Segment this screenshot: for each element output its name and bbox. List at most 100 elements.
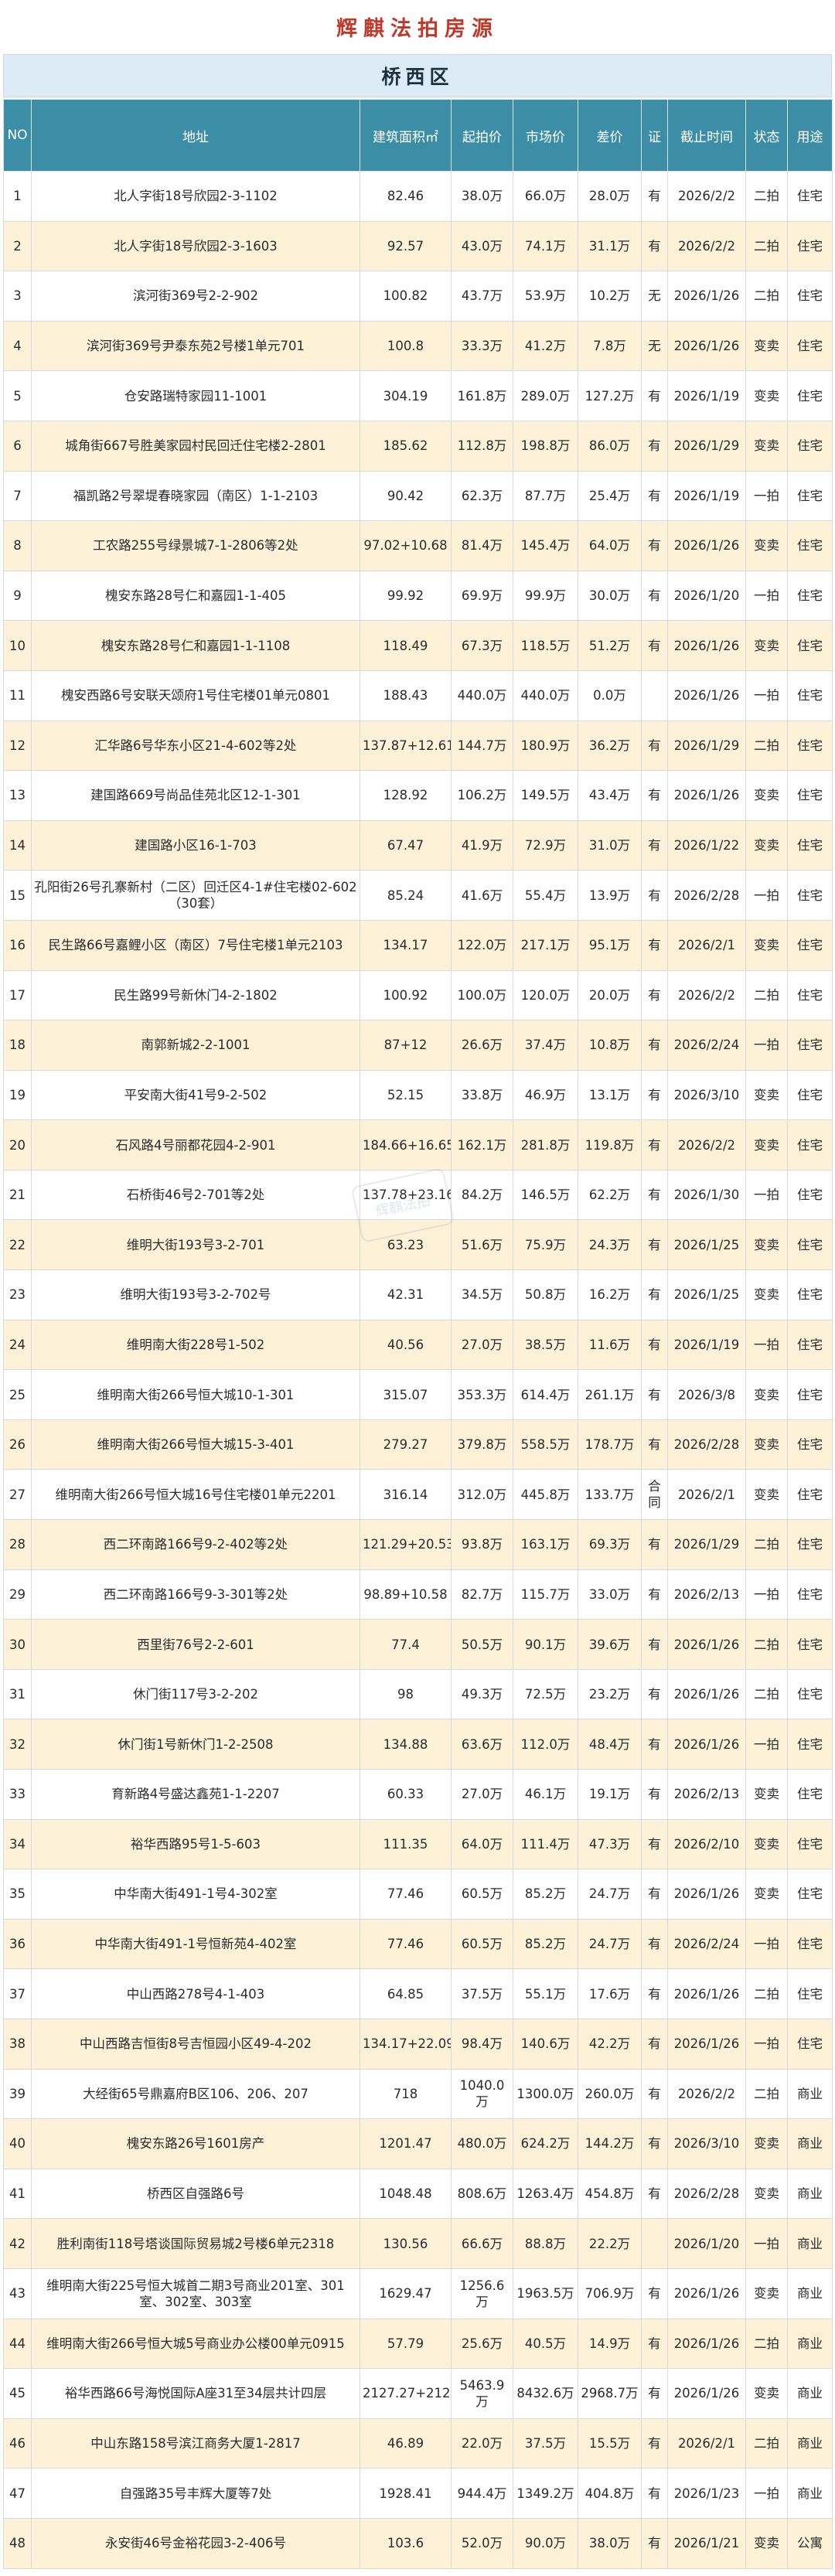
table-row: 2 北人字街18号欣园2-3-1603 92.57 43.0万 74.1万 31.1万有 2… <box>3 220 833 272</box>
cell-certificate <box>641 2218 668 2269</box>
table-row: 29 西二环南路166号9-3-301等2处 98.89+10.58 82.7万 115… <box>3 1569 833 1620</box>
cell-price-diff: 178.7万 <box>578 1419 642 1470</box>
table-row: 12 汇华路6号华东小区21-4-602等2处 137.87+12.61 144.7万… <box>3 720 833 772</box>
cell-price-diff: 64.0万 <box>578 520 642 571</box>
cell-deadline: 2026/1/26 <box>667 1619 746 1670</box>
cell-status: 变卖 <box>745 420 788 472</box>
cell-no: 26 <box>3 1419 32 1470</box>
cell-no: 5 <box>3 370 32 421</box>
cell-status: 变卖 <box>745 1769 788 1820</box>
cell-deadline: 2026/1/26 <box>667 1719 746 1770</box>
cell-no: 15 <box>3 870 32 921</box>
cell-start-price: 5463.9万 <box>451 2368 513 2419</box>
cell-usage: 住宅 <box>787 1419 833 1470</box>
cell-no: 44 <box>3 2318 32 2370</box>
cell-deadline: 2026/2/13 <box>667 1569 746 1620</box>
cell-market-price: 198.8万 <box>513 420 578 472</box>
cell-address: 平安南大街41号9-2-502 <box>31 1069 360 1121</box>
cell-area: 98.89+10.58 <box>360 1569 452 1620</box>
cell-area: 718 <box>360 2068 452 2120</box>
cell-price-diff: 42.2万 <box>578 2018 642 2070</box>
cell-price-diff: 23.2万 <box>578 1668 642 1720</box>
cell-deadline: 2026/1/29 <box>667 720 746 772</box>
cell-deadline: 2026/1/19 <box>667 370 746 421</box>
cell-area: 90.42 <box>360 470 452 522</box>
cell-no: 6 <box>3 420 32 472</box>
cell-status: 一拍 <box>745 470 788 522</box>
cell-market-price: 66.0万 <box>513 171 578 222</box>
cell-address: 西里街76号2-2-601 <box>31 1619 360 1670</box>
cell-no: 45 <box>3 2368 32 2419</box>
cell-deadline: 2026/1/19 <box>667 1319 746 1371</box>
cell-start-price: 480.0万 <box>451 2118 513 2169</box>
cell-price-diff: 16.2万 <box>578 1269 642 1320</box>
table-row: 18 南郭新城2-2-1001 87+12 26.6万 37.4万 10.8万有 2026/… <box>3 1020 833 1071</box>
cell-usage: 公寓 <box>787 2517 833 2569</box>
cell-start-price: 1256.6万 <box>451 2268 513 2319</box>
cell-deadline: 2026/1/19 <box>667 470 746 522</box>
col-header-usage: 用途 <box>787 99 833 172</box>
cell-deadline: 2026/1/26 <box>667 320 746 372</box>
cell-no: 33 <box>3 1769 32 1820</box>
cell-status: 变卖 <box>745 2118 788 2169</box>
cell-usage: 住宅 <box>787 1619 833 1670</box>
cell-certificate: 有 <box>641 1519 668 1570</box>
cell-start-price: 64.0万 <box>451 1818 513 1870</box>
table-row: 45裕华西路66号海悦国际A座31至34层共计四层2127.27+2127.27… <box>3 2368 833 2419</box>
cell-market-price: 115.7万 <box>513 1569 578 1620</box>
cell-start-price: 144.7万 <box>451 720 513 772</box>
cell-status: 二拍 <box>745 1968 788 2019</box>
cell-price-diff: 127.2万 <box>578 370 642 421</box>
cell-no: 8 <box>3 520 32 571</box>
cell-start-price: 25.6万 <box>451 2318 513 2370</box>
cell-usage: 住宅 <box>787 420 833 472</box>
table-row: 19 平安南大街41号9-2-502 52.15 33.8万 46.9万 13.1万有 20… <box>3 1069 833 1121</box>
cell-deadline: 2026/1/26 <box>667 271 746 322</box>
cell-address: 中山东路158号滨江商务大厦1-2817 <box>31 2418 360 2469</box>
cell-price-diff: 14.9万 <box>578 2318 642 2370</box>
col-header-area: 建筑面积㎡ <box>360 99 452 172</box>
cell-status: 二拍 <box>745 171 788 222</box>
cell-price-diff: 31.0万 <box>578 819 642 871</box>
cell-market-price: 50.8万 <box>513 1269 578 1320</box>
cell-status: 变卖 <box>745 1269 788 1320</box>
cell-usage: 住宅 <box>787 570 833 622</box>
cell-no: 29 <box>3 1569 32 1620</box>
cell-price-diff: 144.2万 <box>578 2118 642 2169</box>
cell-start-price: 84.2万 <box>451 1169 513 1221</box>
cell-status: 二拍 <box>745 271 788 322</box>
cell-market-price: 1263.4万 <box>513 2168 578 2220</box>
cell-address: 育新路4号盛达鑫苑1-1-2207 <box>31 1769 360 1820</box>
cell-status: 二拍 <box>745 969 788 1021</box>
cell-market-price: 614.4万 <box>513 1369 578 1420</box>
cell-deadline: 2026/2/28 <box>667 2168 746 2220</box>
cell-address: 维明南大街266号恒大城5号商业办公楼00单元0915 <box>31 2318 360 2370</box>
cell-address: 北人字街18号欣园2-3-1603 <box>31 220 360 272</box>
cell-start-price: 379.8万 <box>451 1419 513 1470</box>
table-row: 48 永安街46号金裕花园3-2-406号 103.6 52.0万 90.0万 38.0万… <box>3 2517 833 2569</box>
cell-address: 民生路66号嘉鲤小区（南区）7号住宅楼1单元2103 <box>31 919 360 971</box>
cell-address: 仓安路瑞特家园11-1001 <box>31 370 360 421</box>
cell-area: 42.31 <box>360 1269 452 1320</box>
cell-no: 28 <box>3 1519 32 1570</box>
cell-usage: 住宅 <box>787 620 833 671</box>
cell-area: 97.02+10.68 <box>360 520 452 571</box>
cell-usage: 商业 <box>787 2218 833 2269</box>
cell-usage: 商业 <box>787 2468 833 2519</box>
cell-start-price: 69.9万 <box>451 570 513 622</box>
cell-area: 130.56 <box>360 2218 452 2269</box>
cell-start-price: 98.4万 <box>451 2018 513 2070</box>
cell-status: 二拍 <box>745 1619 788 1670</box>
cell-no: 31 <box>3 1668 32 1720</box>
cell-certificate: 有 <box>641 1069 668 1121</box>
cell-status: 一拍 <box>745 1020 788 1071</box>
cell-address: 裕华西路95号1-5-603 <box>31 1818 360 1870</box>
cell-price-diff: 2968.7万 <box>578 2368 642 2419</box>
cell-market-price: 145.4万 <box>513 520 578 571</box>
cell-no: 16 <box>3 919 32 971</box>
cell-address: 休门街1号新休门1-2-2508 <box>31 1719 360 1770</box>
col-header-no: NO <box>3 99 32 172</box>
cell-deadline: 2026/1/26 <box>667 670 746 721</box>
cell-start-price: 1040.0万 <box>451 2068 513 2120</box>
cell-deadline: 2026/2/13 <box>667 1769 746 1820</box>
